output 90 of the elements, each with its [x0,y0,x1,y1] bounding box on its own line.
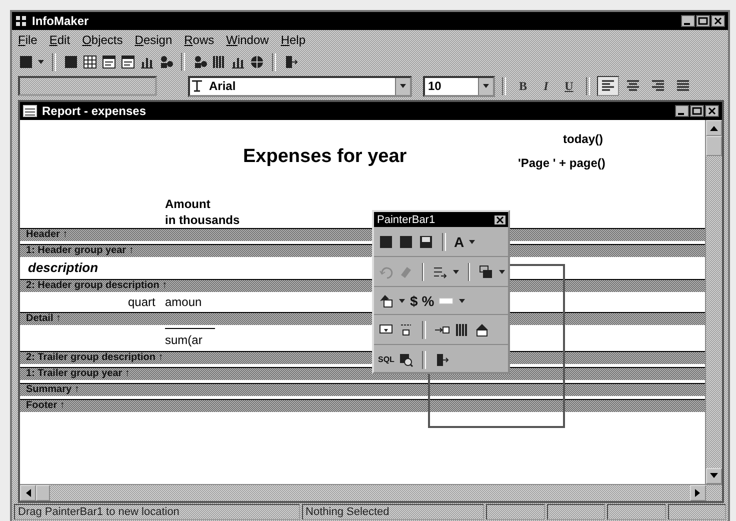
menu-item[interactable]: Objects [82,33,123,47]
font-size-dropdown[interactable]: 10 [423,76,495,96]
close-icon[interactable] [494,214,506,224]
computed-field: today() [563,132,603,146]
format-button[interactable]: I [536,76,556,96]
status-pane [607,504,666,520]
caret-icon[interactable] [398,297,406,305]
line-object [165,328,215,329]
band-label[interactable]: 1: Trailer group year ↑ [26,368,130,379]
menu-item[interactable]: Edit [49,33,70,47]
app-icon [15,15,27,27]
band-label[interactable]: Header ↑ [26,229,68,240]
status-selection: Nothing Selected [302,504,484,520]
maximize-icon[interactable] [696,15,710,27]
dropdown-field-icon[interactable] [398,322,414,338]
column-field: amoun [165,295,202,309]
column-field: description [28,260,98,275]
percent-button[interactable]: % [422,293,434,309]
caret-icon[interactable] [458,297,466,305]
figure-icon[interactable] [158,54,174,70]
square-icon[interactable] [63,54,79,70]
format-button[interactable]: U [559,76,579,96]
status-pane [546,504,606,520]
close-icon[interactable] [705,105,719,117]
arrow-up-icon [710,125,718,131]
floating-toolbar[interactable]: PainterBar1 A $ % SQL [372,210,510,374]
window-title: Report - expenses [42,104,148,118]
text-field[interactable] [18,76,157,96]
minimize-icon[interactable] [675,105,689,117]
text-button[interactable]: A [454,234,464,250]
band-label[interactable]: 1: Header group year ↑ [26,245,134,256]
scroll-left-button[interactable] [20,485,36,501]
house-icon[interactable] [474,322,490,338]
maximize-icon[interactable] [690,105,704,117]
caret-icon[interactable] [498,268,506,276]
caret-icon[interactable] [468,238,476,246]
menu-item[interactable]: Window [226,33,269,47]
text-label: Amount in thousands [165,196,240,228]
window-icon[interactable] [120,54,136,70]
report-icon [23,105,37,117]
minimize-icon[interactable] [681,15,695,27]
grid-icon[interactable] [82,54,98,70]
window-title: InfoMaker [32,14,90,28]
caret-icon[interactable] [482,82,490,90]
square-icon[interactable] [18,54,34,70]
layer-icon[interactable] [478,264,494,280]
close-icon[interactable] [711,15,725,27]
column-field: sum(ar [165,333,202,347]
scroll-up-button[interactable] [706,120,722,136]
door-icon[interactable] [434,352,450,368]
currency-button[interactable]: $ [410,293,418,309]
band-label[interactable]: 2: Header group description ↑ [26,280,168,291]
column-field: quart [128,295,156,309]
format-button[interactable]: B [513,76,533,96]
scroll-thumb[interactable] [36,485,50,501]
band-label[interactable]: Summary ↑ [26,384,80,395]
arrow-right-icon [695,489,701,497]
band-label[interactable]: 2: Trailer group description ↑ [26,352,164,363]
sql-button[interactable]: SQL [378,352,394,368]
computed-field: 'Page ' + page() [518,156,606,170]
scroll-down-button[interactable] [706,468,722,484]
globe-icon[interactable] [249,54,265,70]
status-pane [486,504,545,520]
scroll-thumb[interactable] [706,136,722,156]
arrow-left-icon [25,489,31,497]
band-label[interactable]: Detail ↑ [26,313,62,324]
report-title: Expenses for year [243,146,407,168]
status-message: Drag PainterBar1 to new location [14,504,300,520]
menu-item[interactable]: File [18,33,38,47]
square-icon[interactable] [398,234,414,250]
font-dropdown[interactable]: Arial [188,76,412,96]
menu-item[interactable]: Help [280,33,306,47]
caret-icon[interactable] [37,58,45,66]
door-icon[interactable] [283,54,299,70]
shapes-icon[interactable] [378,293,394,309]
square-icon[interactable] [378,234,394,250]
scroll-right-button[interactable] [690,485,706,501]
toolbar-title: PainterBar1 [377,214,436,226]
arrow-down-icon [710,473,718,479]
figure-icon[interactable] [192,54,208,70]
columns-icon[interactable] [454,322,470,338]
status-pane [668,504,726,520]
caret-icon[interactable] [399,82,407,90]
band-label[interactable]: Footer ↑ [26,400,65,411]
columns-icon[interactable] [211,54,227,70]
menu-item[interactable]: Rows [184,33,214,47]
magnifier-icon[interactable] [398,352,414,368]
caret-icon[interactable] [452,268,460,276]
menu-item[interactable]: Design [134,33,172,47]
window-icon[interactable] [101,54,117,70]
